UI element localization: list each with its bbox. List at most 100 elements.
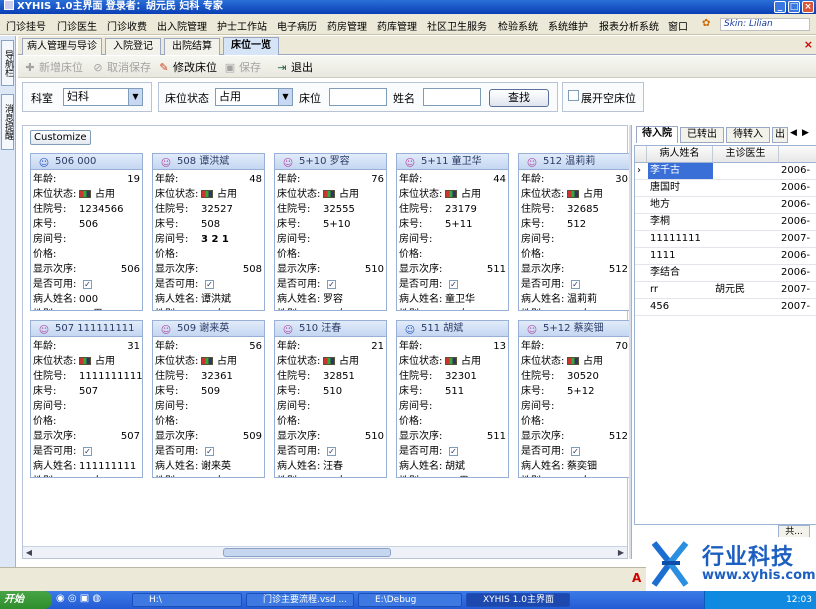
menu-item[interactable]: 出入院管理 <box>157 18 207 33</box>
queue-row[interactable]: 地方 2006- <box>635 197 816 214</box>
customize-button[interactable]: Customize <box>30 130 91 145</box>
bed-card[interactable]: ☺ 509 谢来英 年龄: 56 床位状态: 占用 住院号: 32361 床号: 509 房间号: 价… <box>152 320 265 478</box>
queue-row[interactable]: 456 2007- <box>635 299 816 316</box>
bed-card-header[interactable]: ☺ 509 谢来英 <box>153 321 264 337</box>
bed-card[interactable]: ☺ 5+11 童卫华 年龄: 44 床位状态: 占用 住院号: 23179 床号: 5+11 房间号… <box>396 153 509 311</box>
bed-card-header[interactable]: ☺ 508 谭洪斌 <box>153 154 264 170</box>
dept-select[interactable]: 妇科 ▼ <box>63 88 143 106</box>
bed-card-header[interactable]: ☺ 5+12 蔡奕钿 <box>519 321 630 337</box>
menu-item[interactable]: 报表分析系统 <box>599 18 659 33</box>
close-button[interactable]: × <box>802 1 814 13</box>
tab-admission[interactable]: 入院登记 <box>105 38 161 55</box>
expand-empty-beds-checkbox[interactable] <box>568 90 579 101</box>
bed-input[interactable] <box>329 88 387 106</box>
task-visio[interactable]: 门诊主要流程.vsd ... <box>246 593 354 607</box>
save-button[interactable]: ▣ 保存 <box>224 59 261 75</box>
bed-card[interactable]: ☺ 511 胡斌 年龄: 13 床位状态: 占用 住院号: 32301 床号: 511 房间号: 价格… <box>396 320 509 478</box>
queue-row[interactable]: › 李千古 2006- <box>635 163 816 180</box>
message-tab[interactable]: 消息提醒 <box>1 94 14 150</box>
available-checkbox[interactable]: ✓ <box>205 280 214 289</box>
quick-launch-icons[interactable]: ◉ ◎ ▣ ◍ <box>56 593 101 604</box>
queue-row[interactable]: 李结合 2006- <box>635 265 816 282</box>
queue-row[interactable]: 唐国时 2006- <box>635 180 816 197</box>
tab-pending-transfer-in[interactable]: 待转入 <box>726 127 770 143</box>
patient-name-cell[interactable]: 李结合 <box>648 265 713 281</box>
tab-pending-admission[interactable]: 待入院 <box>636 126 678 143</box>
menu-item[interactable]: 社区卫生服务 <box>427 18 487 33</box>
date-cell[interactable]: 2006- <box>781 197 816 213</box>
date-cell[interactable]: 2006- <box>781 248 816 264</box>
available-checkbox[interactable]: ✓ <box>83 447 92 456</box>
scroll-thumb[interactable] <box>223 548 391 557</box>
bed-card[interactable]: ☺ 512 温莉莉 年龄: 30 床位状态: 占用 住院号: 32685 床号: 512 房间号: 价… <box>518 153 631 311</box>
date-cell[interactable]: 2006- <box>781 163 816 179</box>
tab-bed-overview[interactable]: 床位一览 <box>223 37 279 55</box>
bed-card[interactable]: ☺ 5+12 蔡奕钿 年龄: 70 床位状态: 占用 住院号: 30520 床号: 5+12 房间号… <box>518 320 631 478</box>
tab-scroll-left-icon[interactable]: ◀ <box>790 128 797 138</box>
bed-card-header[interactable]: ☺ 5+11 童卫华 <box>397 154 508 170</box>
patient-name-cell[interactable]: rr <box>648 282 713 298</box>
tab-transferred-out[interactable]: 已转出 <box>680 127 724 143</box>
exit-button[interactable]: ⇥ 退出 <box>276 59 313 75</box>
cancel-save-button[interactable]: ⊘ 取消保存 <box>92 59 151 75</box>
patient-name-cell[interactable]: 地方 <box>648 197 713 213</box>
queue-row[interactable]: 11111111 2007- <box>635 231 816 248</box>
patient-name-cell[interactable]: 李桐 <box>648 214 713 230</box>
bed-card-header[interactable]: ☺ 507 111111111 <box>31 321 142 337</box>
bed-card[interactable]: ☺ 507 111111111 年龄: 31 床位状态: 占用 住院号: 1111111111… <box>30 320 143 478</box>
maximize-button[interactable]: □ <box>788 1 800 13</box>
tab-discharged[interactable]: 出 <box>772 127 788 143</box>
menu-item[interactable]: 药房管理 <box>327 18 367 33</box>
bed-card[interactable]: ☺ 510 汪春 年龄: 21 床位状态: 占用 住院号: 32851 床号: 510 房间号: 价格… <box>274 320 387 478</box>
task-xyhis[interactable]: XYHIS 1.0主界面 <box>466 593 570 607</box>
scroll-left-icon[interactable]: ◀ <box>23 547 35 558</box>
column-header-patient[interactable]: 病人姓名 <box>647 146 713 163</box>
bed-card-header[interactable]: ☺ 512 温莉莉 <box>519 154 630 170</box>
column-header-date[interactable] <box>779 146 816 163</box>
bed-card-header[interactable]: ☺ 511 胡斌 <box>397 321 508 337</box>
menu-item[interactable]: 窗口 <box>668 18 688 33</box>
date-cell[interactable]: 2006- <box>781 265 816 281</box>
queue-row[interactable]: 李桐 2006- <box>635 214 816 231</box>
nav-bar-tab[interactable]: 导航栏 <box>1 40 14 86</box>
patient-name-cell[interactable]: 李千古 <box>648 163 713 179</box>
close-tab-icon[interactable]: × <box>804 38 813 51</box>
available-checkbox[interactable]: ✓ <box>571 280 580 289</box>
bed-card[interactable]: ☺ 506 000 年龄: 19 床位状态: 占用 住院号: 1234566 床号: 506 房间号… <box>30 153 143 311</box>
available-checkbox[interactable]: ✓ <box>449 280 458 289</box>
menu-item[interactable]: 药库管理 <box>377 18 417 33</box>
chevron-down-icon[interactable]: ▼ <box>278 89 292 105</box>
edit-bed-button[interactable]: ✎ 修改床位 <box>158 59 217 75</box>
bed-card-header[interactable]: ☺ 5+10 罗容 <box>275 154 386 170</box>
bed-card[interactable]: ☺ 508 谭洪斌 年龄: 48 床位状态: 占用 住院号: 32527 床号: 508 房间号: 3… <box>152 153 265 311</box>
tab-patient-management[interactable]: 病人管理与导诊 <box>22 38 102 55</box>
status-select[interactable]: 占用 ▼ <box>215 88 293 106</box>
chevron-down-icon[interactable]: ▼ <box>128 89 142 105</box>
minimize-button[interactable]: _ <box>774 1 786 13</box>
task-explorer-h[interactable]: H:\ <box>132 593 242 607</box>
date-cell[interactable]: 2007- <box>781 299 816 315</box>
patient-name-cell[interactable]: 456 <box>648 299 713 315</box>
scroll-right-icon[interactable]: ▶ <box>615 547 627 558</box>
search-button[interactable]: 查找 <box>489 89 549 107</box>
patient-name-cell[interactable]: 11111111 <box>648 231 713 247</box>
menu-item[interactable]: 门诊收费 <box>107 18 147 33</box>
date-cell[interactable]: 2006- <box>781 180 816 196</box>
font-icon[interactable]: A <box>632 571 641 585</box>
available-checkbox[interactable]: ✓ <box>327 280 336 289</box>
available-checkbox[interactable]: ✓ <box>449 447 458 456</box>
menu-item[interactable]: 系统维护 <box>548 18 588 33</box>
add-bed-button[interactable]: ✚ 新增床位 <box>24 59 83 75</box>
menu-item[interactable]: 门诊挂号 <box>6 18 46 33</box>
skin-selector[interactable]: Skin: Lilian <box>720 18 810 31</box>
tab-discharge[interactable]: 出院结算 <box>164 38 220 55</box>
menu-item[interactable]: 电子病历 <box>277 18 317 33</box>
menu-item[interactable]: 检验系统 <box>498 18 538 33</box>
skin-icon[interactable]: ✿ <box>702 18 710 29</box>
column-header-doctor[interactable]: 主诊医生 <box>713 146 779 163</box>
date-cell[interactable]: 2007- <box>781 231 816 247</box>
available-checkbox[interactable]: ✓ <box>205 447 214 456</box>
bed-card-header[interactable]: ☺ 506 000 <box>31 154 142 170</box>
available-checkbox[interactable]: ✓ <box>83 280 92 289</box>
bed-card[interactable]: ☺ 5+10 罗容 年龄: 76 床位状态: 占用 住院号: 32555 床号: 5+10 房间号:… <box>274 153 387 311</box>
